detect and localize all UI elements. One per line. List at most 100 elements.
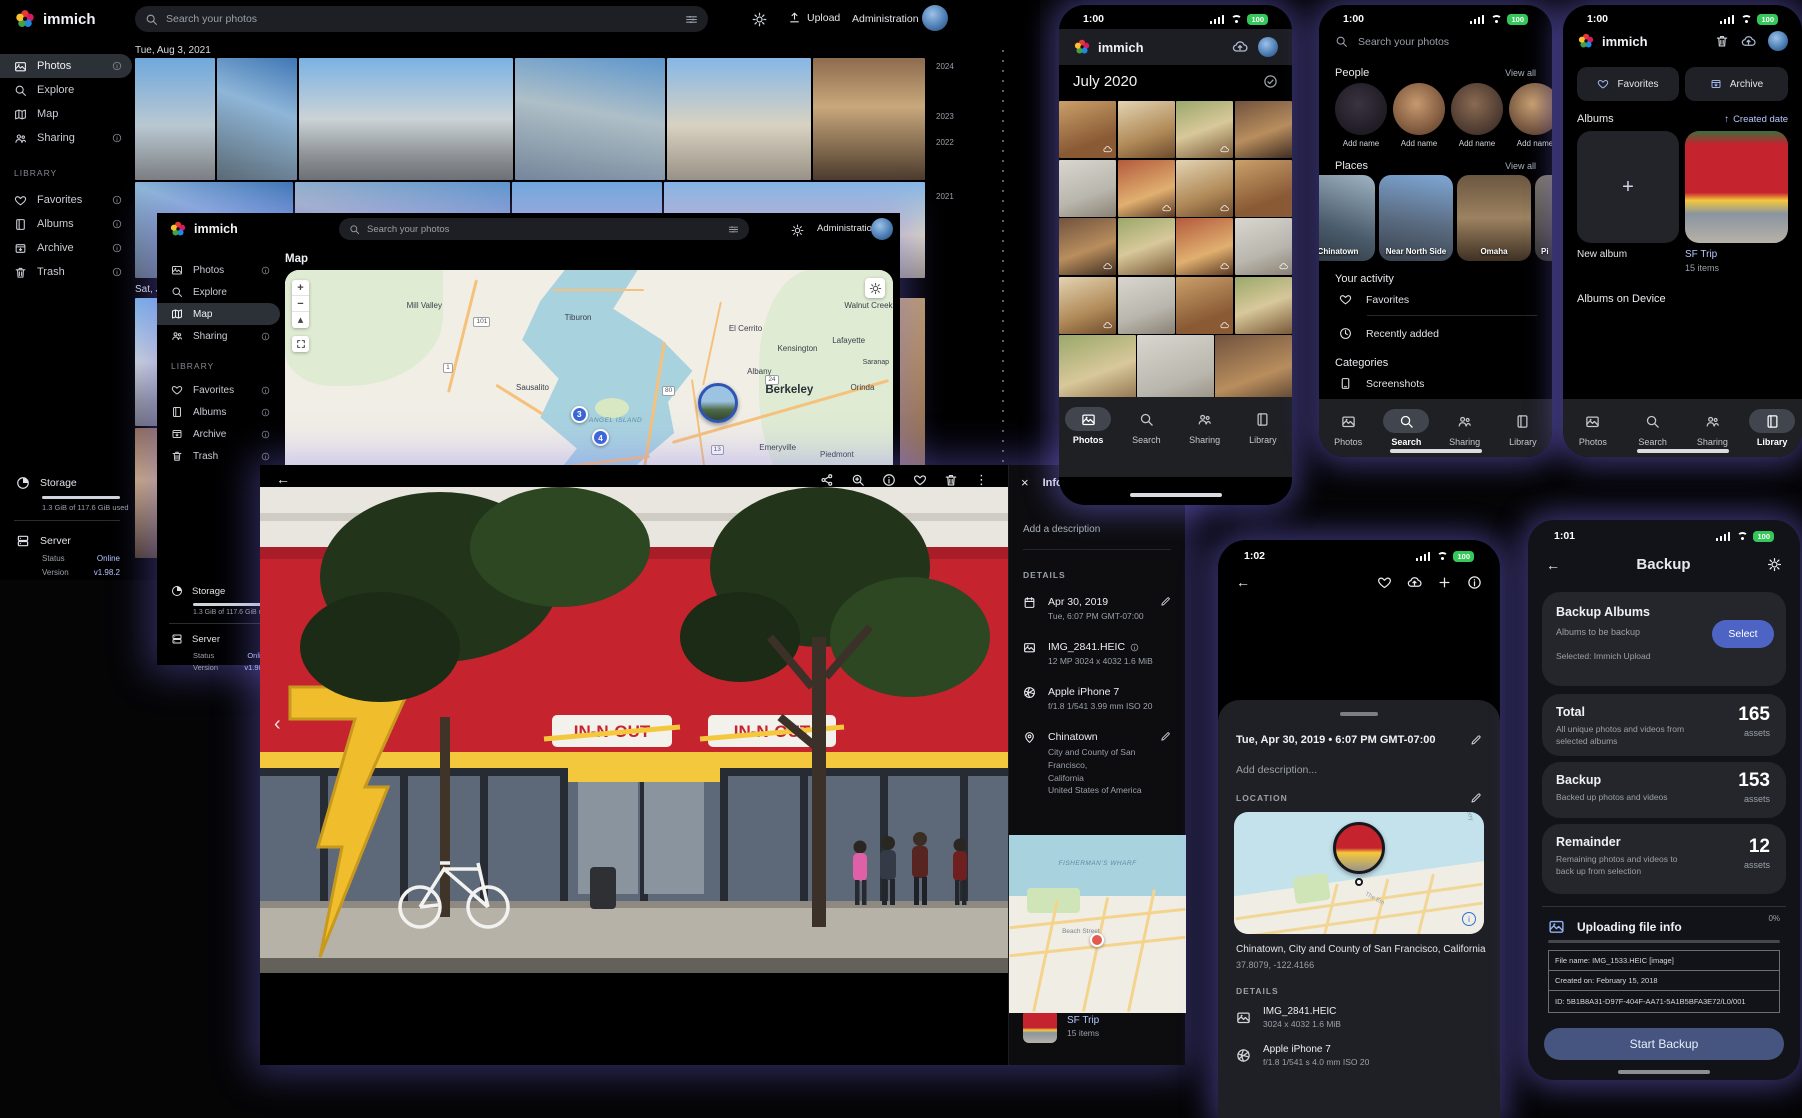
photo-thumbnail[interactable] [217, 58, 297, 180]
sheet-drag-handle[interactable] [1340, 712, 1378, 716]
favorites-row[interactable]: Favorites [1339, 293, 1409, 306]
sidebar-item-map[interactable]: Map [157, 303, 280, 325]
add-name-link[interactable]: Add name [1393, 139, 1445, 148]
edit-location-icon[interactable] [1160, 731, 1171, 742]
sidebar-item-albums[interactable]: Albums [157, 401, 280, 423]
nav-library[interactable]: Library [1744, 409, 1800, 447]
user-avatar[interactable] [922, 5, 948, 31]
photo-thumbnail[interactable] [1235, 101, 1293, 158]
nav-library[interactable]: Library [1495, 409, 1551, 447]
sidebar-item-photos[interactable]: Photos [157, 259, 280, 281]
add-name-link[interactable]: Add name [1509, 139, 1552, 148]
search-input[interactable]: Search your photos [1335, 35, 1535, 48]
search-input[interactable]: Search your photos [135, 6, 708, 32]
sidebar-item-favorites[interactable]: Favorites [0, 188, 132, 212]
immich-logo[interactable]: immich [14, 8, 96, 30]
more-options-icon[interactable]: ⋮ [975, 472, 988, 488]
add-name-link[interactable]: Add name [1335, 139, 1387, 148]
select-albums-button[interactable]: Select [1712, 620, 1774, 648]
info-icon[interactable] [1130, 643, 1139, 652]
info-icon[interactable] [882, 473, 896, 487]
select-all-check-icon[interactable] [1263, 74, 1278, 89]
filter-sliders-icon[interactable] [685, 13, 698, 26]
new-album-tile[interactable]: + [1577, 131, 1679, 243]
photo-thumbnail[interactable] [1176, 218, 1233, 275]
map-zoom-controls[interactable]: +−▴ [292, 280, 309, 328]
photo-thumbnail[interactable] [1118, 218, 1175, 275]
recently-added-row[interactable]: Recently added [1339, 327, 1439, 340]
photo-viewer-image[interactable]: IN-N-OUT IN-N-OUT [260, 487, 1008, 973]
nav-photos[interactable]: Photos [1565, 409, 1621, 447]
place-tile[interactable]: Near North Side [1379, 175, 1453, 261]
person-avatar[interactable] [1393, 83, 1445, 135]
sidebar-item-archive[interactable]: Archive [0, 236, 132, 260]
theme-toggle-button[interactable] [752, 11, 767, 29]
favorites-button[interactable]: Favorites [1577, 67, 1679, 101]
zoom-in-icon[interactable] [851, 473, 865, 487]
map-settings-button[interactable] [865, 278, 885, 298]
photo-thumbnail[interactable] [1059, 218, 1116, 275]
nav-search[interactable]: Search [1625, 409, 1681, 447]
sidebar-item-photos[interactable]: Photos [0, 54, 132, 78]
sidebar-item-trash[interactable]: Trash [157, 445, 280, 467]
theme-toggle-button[interactable] [791, 222, 804, 240]
photo-thumbnail[interactable] [1176, 160, 1233, 217]
favorite-heart-icon[interactable] [1377, 575, 1392, 590]
trash-icon[interactable] [1715, 34, 1729, 48]
nav-sharing[interactable]: Sharing [1177, 407, 1233, 445]
add-plus-icon[interactable] [1437, 575, 1452, 590]
user-avatar[interactable] [1768, 31, 1788, 51]
map-photo-marker[interactable] [698, 383, 738, 423]
photo-thumbnail[interactable] [515, 58, 665, 180]
photo-thumbnail[interactable] [1235, 218, 1293, 275]
nav-sharing[interactable]: Sharing [1684, 409, 1740, 447]
fullscreen-button[interactable] [292, 336, 309, 352]
nav-search[interactable]: Search [1118, 407, 1174, 445]
sidebar-item-map[interactable]: Map [0, 102, 132, 126]
photo-thumbnail[interactable] [1118, 277, 1175, 334]
person-avatar[interactable] [1451, 83, 1503, 135]
map-cluster-marker[interactable]: 4 [592, 429, 609, 446]
photo-thumbnail[interactable] [135, 58, 215, 180]
photo-thumbnail[interactable] [1059, 160, 1116, 217]
sidebar-item-archive[interactable]: Archive [157, 423, 280, 445]
immich-logo[interactable]: immich [169, 220, 238, 238]
zoom-out-button[interactable]: − [292, 296, 309, 312]
location-map-card[interactable]: San Francisco Ferry The Em i [1234, 812, 1484, 934]
photo-thumbnail[interactable] [1176, 101, 1233, 158]
add-name-link[interactable]: Add name [1451, 139, 1503, 148]
sidebar-item-sharing[interactable]: Sharing [0, 126, 132, 150]
photo-thumbnail[interactable] [1059, 277, 1116, 334]
share-icon[interactable] [820, 473, 834, 487]
sidebar-item-explore[interactable]: Explore [0, 78, 132, 102]
edit-date-icon[interactable] [1470, 734, 1482, 746]
sidebar-item-sharing[interactable]: Sharing [157, 325, 280, 347]
photo-thumbnail[interactable] [1235, 160, 1293, 217]
place-tile[interactable]: Pi [1535, 175, 1552, 261]
sidebar-item-albums[interactable]: Albums [0, 212, 132, 236]
cloud-sync-icon[interactable] [1741, 34, 1756, 49]
photo-thumbnail[interactable] [1059, 101, 1116, 158]
close-info-icon[interactable]: × [1021, 475, 1029, 490]
cloud-upload-icon[interactable] [1407, 575, 1422, 590]
edit-location-icon[interactable] [1470, 792, 1482, 804]
photo-thumbnail[interactable] [1176, 277, 1233, 334]
previous-photo-chevron[interactable]: ‹ [274, 713, 281, 736]
sort-button[interactable]: ↑ Created date [1724, 114, 1788, 125]
photo-thumbnail[interactable] [1235, 277, 1293, 334]
nav-library[interactable]: Library [1235, 407, 1291, 445]
map-fullscreen-control[interactable] [292, 336, 309, 352]
photo-thumbnail[interactable] [1118, 101, 1175, 158]
back-button[interactable]: ← [276, 471, 290, 487]
delete-trash-icon[interactable] [944, 473, 958, 487]
map-cluster-marker[interactable]: 3 [571, 406, 588, 423]
archive-button[interactable]: Archive [1685, 67, 1788, 101]
search-input[interactable]: Search your photos [339, 218, 749, 240]
photo-thumbnail[interactable] [813, 58, 925, 180]
administration-link[interactable]: Administration [817, 223, 877, 234]
cloud-sync-icon[interactable] [1232, 39, 1248, 55]
photo-thumbnail[interactable] [299, 58, 513, 180]
zoom-in-button[interactable]: + [292, 280, 309, 296]
user-avatar[interactable] [871, 218, 893, 240]
place-tile[interactable]: Omaha [1457, 175, 1531, 261]
